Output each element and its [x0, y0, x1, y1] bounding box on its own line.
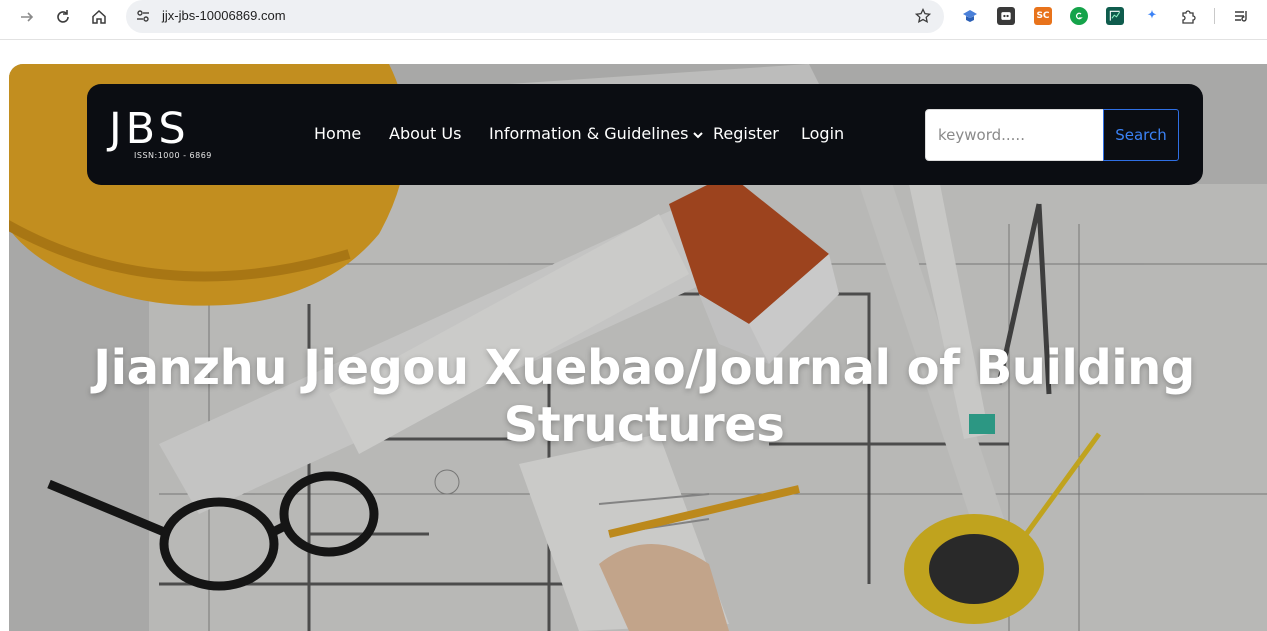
search-input[interactable]: [925, 109, 1104, 161]
extensions-puzzle-icon[interactable]: [1179, 7, 1197, 25]
extension-chart-icon[interactable]: [1106, 7, 1124, 25]
nav-register[interactable]: Register: [713, 124, 779, 143]
site-navbar: JBS ISSN:1000 - 6869 Home About Us Infor…: [87, 84, 1203, 185]
chevron-down-icon: [693, 131, 704, 138]
extension-graduation-icon[interactable]: [961, 7, 979, 25]
url-text: jjx-jbs-10006869.com: [162, 8, 286, 23]
back-button[interactable]: [16, 6, 38, 28]
reload-icon: [57, 10, 69, 23]
browser-toolbar: jjx-jbs-10006869.com SC: [0, 0, 1267, 40]
home-button[interactable]: [88, 6, 110, 28]
extension-game-icon[interactable]: [997, 7, 1015, 25]
grammarly-icon[interactable]: [1070, 7, 1088, 25]
sparkle-icon[interactable]: [1143, 7, 1161, 25]
address-bar[interactable]: jjx-jbs-10006869.com: [126, 0, 944, 33]
reading-list-icon[interactable]: [1232, 7, 1250, 25]
site-settings-icon[interactable]: [134, 7, 152, 25]
toolbar-divider: [1214, 8, 1215, 24]
nav-login[interactable]: Login: [801, 124, 844, 143]
extension-sc-icon[interactable]: SC: [1034, 7, 1052, 25]
page-title: Jianzhu Jiegou Xuebao/Journal of Buildin…: [93, 340, 1195, 453]
nav-home[interactable]: Home: [314, 124, 361, 143]
search-button[interactable]: Search: [1103, 109, 1179, 161]
reload-button[interactable]: [52, 6, 74, 28]
logo-text: JBS: [109, 104, 190, 154]
logo-issn: ISSN:1000 - 6869: [134, 151, 212, 160]
arrow-right-icon: [21, 12, 34, 22]
nav-about-us[interactable]: About Us: [389, 124, 461, 143]
nav-information-guidelines[interactable]: Information & Guidelines: [489, 124, 704, 143]
home-icon: [92, 9, 106, 24]
bookmark-star-icon[interactable]: [914, 7, 932, 25]
nav-information-guidelines-label: Information & Guidelines: [489, 124, 689, 143]
site-logo[interactable]: JBS ISSN:1000 - 6869: [109, 106, 233, 162]
